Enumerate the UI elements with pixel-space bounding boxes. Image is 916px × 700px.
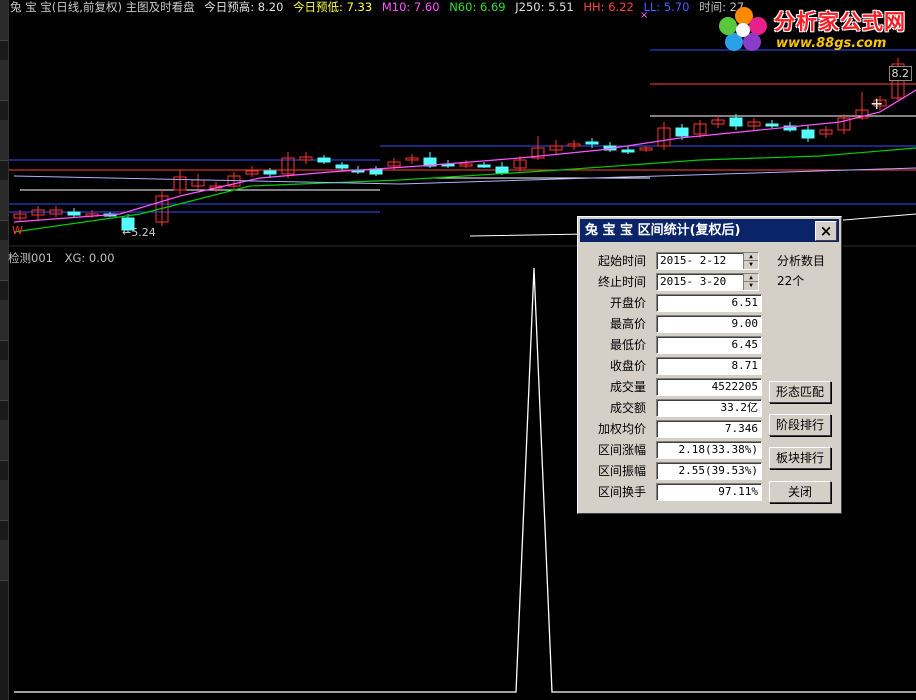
m10-value: M10: 7.60 <box>381 0 440 14</box>
stat-label: 区间涨幅 <box>597 443 646 457</box>
stat-value-field[interactable]: 6.45 <box>656 336 762 354</box>
stat-label: 收盘价 <box>609 359 646 373</box>
stat-value: 4522205 <box>711 380 758 393</box>
left-tab[interactable] <box>0 0 8 41</box>
date-picker[interactable]: 2015- 3-20 ▲ ▼ <box>656 273 759 291</box>
ma-line <box>13 89 916 223</box>
stat-value-field[interactable]: 9.00 <box>656 315 762 333</box>
close-indicator-icon[interactable]: × <box>640 10 648 21</box>
n60-value: N60: 6.69 <box>449 0 506 14</box>
stat-value-field[interactable]: 97.11% <box>656 483 762 501</box>
stat-label: 开盘价 <box>609 296 646 310</box>
stock-title: 兔 宝 宝(日线,前复权) 主图及时看盘 <box>10 0 195 14</box>
candle-body <box>263 170 277 175</box>
crosshair-icon: + <box>870 94 884 113</box>
left-tab[interactable] <box>0 360 8 401</box>
candle-body <box>801 129 815 139</box>
logo-text: 分析家公式网 <box>774 10 906 34</box>
stat-value-field[interactable]: 6.51 <box>656 294 762 312</box>
flower-logo-icon <box>719 7 767 51</box>
stat-label: 终止时间 <box>597 275 646 289</box>
stat-value: 97.11% <box>718 485 758 498</box>
pattern-match-button[interactable]: 形态匹配 <box>769 381 831 403</box>
stat-label: 成交额 <box>609 401 646 415</box>
stat-value: 33.2亿 <box>720 401 759 414</box>
j250-value: J250: 5.51 <box>515 0 574 14</box>
stat-value-field[interactable]: 33.2亿 <box>656 399 762 417</box>
stat-label: 成交量 <box>609 380 646 394</box>
date-picker[interactable]: 2015- 2-12 ▲ ▼ <box>656 252 759 270</box>
stat-value-field[interactable]: 7.346 <box>656 420 762 438</box>
stat-value: 2.18(33.38%) <box>678 443 758 456</box>
candle-body <box>675 127 689 137</box>
candle-body <box>621 149 635 153</box>
sub-indicator-name: 检测001 <box>8 251 53 265</box>
stat-value: 9.00 <box>731 317 759 330</box>
stat-value: 6.45 <box>731 338 759 351</box>
sub-indicator-header: 检测001 XG: 0.00 <box>8 250 123 266</box>
site-logo: 分析家公式网 www.88gs.com <box>712 2 916 54</box>
interval-stats-dialog: 兔 宝 宝 区间统计(复权后) × 起始时间 2015- 2-12 ▲ ▼ 终止时间 20… <box>577 216 842 514</box>
analysis-count-label: 分析数目 <box>777 254 826 268</box>
left-tab[interactable] <box>0 420 8 461</box>
low-price-label: ←5.24 <box>122 226 156 239</box>
stat-value: 2.55(39.53%) <box>678 464 758 477</box>
left-tab[interactable] <box>0 180 8 221</box>
stat-value: 2015- 2-12 <box>660 254 727 267</box>
stat-value: 2015- 3-20 <box>660 275 727 288</box>
stat-value: 7.346 <box>724 422 758 435</box>
sub-indicator-xg: XG: 0.00 <box>64 251 115 265</box>
close-icon[interactable]: × <box>815 221 837 241</box>
stat-label: 区间振幅 <box>597 464 646 478</box>
stat-label: 加权均价 <box>597 422 646 436</box>
spinner-icon[interactable]: ▲ ▼ <box>743 274 758 290</box>
price-tag: 8.2 <box>888 66 912 81</box>
stat-value-field[interactable]: 2.18(33.38%) <box>656 441 762 459</box>
candle-body <box>585 141 599 145</box>
today-low: 今日预低: 7.33 <box>293 0 373 14</box>
candle-body <box>335 164 349 169</box>
stat-value: 8.71 <box>731 359 759 372</box>
stat-value-field[interactable]: 8.71 <box>656 357 762 375</box>
chart-window: 兔 宝 宝(日线,前复权) 主图及时看盘 今日预高: 8.20 今日预低: 7.… <box>0 0 916 700</box>
today-high: 今日预高: 8.20 <box>204 0 284 14</box>
spinner-icon[interactable]: ▲ ▼ <box>743 253 758 269</box>
candle-body <box>765 123 779 127</box>
analysis-count-value: 22个 <box>777 274 805 288</box>
stat-value-field[interactable]: 4522205 <box>656 378 762 396</box>
w-mark: W <box>12 224 23 237</box>
stat-label: 区间换手 <box>597 485 646 499</box>
ll-value: LL: 5.70 <box>643 0 690 14</box>
candle-body <box>317 157 331 163</box>
left-tab[interactable] <box>0 480 8 521</box>
left-tab[interactable] <box>0 60 8 101</box>
left-tab[interactable] <box>0 540 8 581</box>
left-tab[interactable] <box>0 120 8 161</box>
left-tab[interactable] <box>0 240 8 281</box>
stage-rank-button[interactable]: 阶段排行 <box>769 414 831 436</box>
candle-body <box>729 117 743 127</box>
sector-rank-button[interactable]: 板块排行 <box>769 447 831 469</box>
candle-body <box>67 211 81 216</box>
dialog-title: 兔 宝 宝 区间统计(复权后) <box>585 223 741 238</box>
stat-value: 6.51 <box>731 296 759 309</box>
stat-label: 最高价 <box>609 317 646 331</box>
stat-value-field[interactable]: 2.55(39.53%) <box>656 462 762 480</box>
close-button[interactable]: 关闭 <box>769 481 831 503</box>
candle-body <box>495 166 509 174</box>
left-tab-strip <box>0 0 9 700</box>
hh-value: HH: 6.22 <box>583 0 634 14</box>
logo-url: www.88gs.com <box>776 36 887 51</box>
candle-body <box>477 164 491 168</box>
stat-label: 最低价 <box>609 338 646 352</box>
left-tab[interactable] <box>0 300 8 341</box>
dialog-titlebar[interactable]: 兔 宝 宝 区间统计(复权后) × <box>580 219 839 242</box>
stat-label: 起始时间 <box>597 254 646 268</box>
